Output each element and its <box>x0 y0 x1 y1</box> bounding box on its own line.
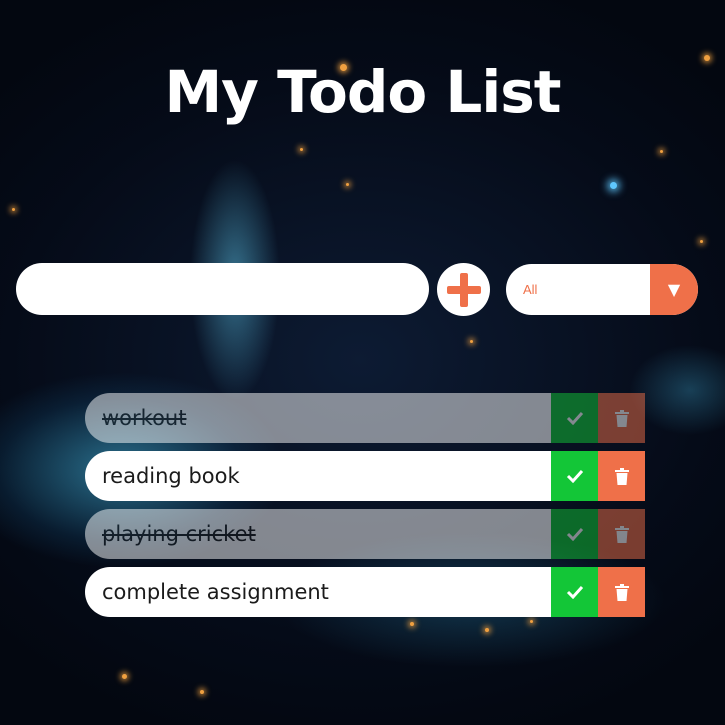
trash-icon <box>614 467 629 485</box>
trash-icon <box>614 409 629 427</box>
delete-button[interactable] <box>598 567 645 617</box>
background-spark <box>200 690 204 694</box>
complete-button[interactable] <box>551 509 598 559</box>
plus-icon <box>446 272 481 307</box>
background-spark <box>610 182 617 189</box>
todo-text: complete assignment <box>102 580 329 604</box>
background-spark <box>700 240 703 243</box>
todo-item: reading book <box>85 451 645 501</box>
todo-input[interactable] <box>16 263 429 315</box>
background-spark <box>346 183 349 186</box>
delete-button[interactable] <box>598 509 645 559</box>
background-spark <box>12 208 15 211</box>
page-title: My Todo List <box>164 58 561 126</box>
check-icon <box>566 527 583 541</box>
filter-selected-value: All <box>523 282 538 297</box>
background-spark <box>122 674 127 679</box>
add-todo-button[interactable] <box>437 263 490 316</box>
complete-button[interactable] <box>551 451 598 501</box>
trash-icon <box>614 525 629 543</box>
delete-button[interactable] <box>598 393 645 443</box>
background-spark <box>470 340 473 343</box>
check-icon <box>566 411 583 425</box>
background-spark <box>660 150 663 153</box>
delete-button[interactable] <box>598 451 645 501</box>
filter-select[interactable]: All ▼ <box>506 264 698 315</box>
todo-text: workout <box>102 406 187 430</box>
complete-button[interactable] <box>551 567 598 617</box>
background-spark <box>300 148 303 151</box>
chevron-down-icon: ▼ <box>650 264 698 315</box>
todo-item: complete assignment <box>85 567 645 617</box>
trash-icon <box>614 583 629 601</box>
todo-text: playing cricket <box>102 522 256 546</box>
todo-item: workout <box>85 393 645 443</box>
check-icon <box>566 585 583 599</box>
background-spark <box>485 628 489 632</box>
check-icon <box>566 469 583 483</box>
complete-button[interactable] <box>551 393 598 443</box>
todo-text: reading book <box>102 464 240 488</box>
todo-item: playing cricket <box>85 509 645 559</box>
todo-list: workout reading book playing cricket com… <box>85 393 645 625</box>
